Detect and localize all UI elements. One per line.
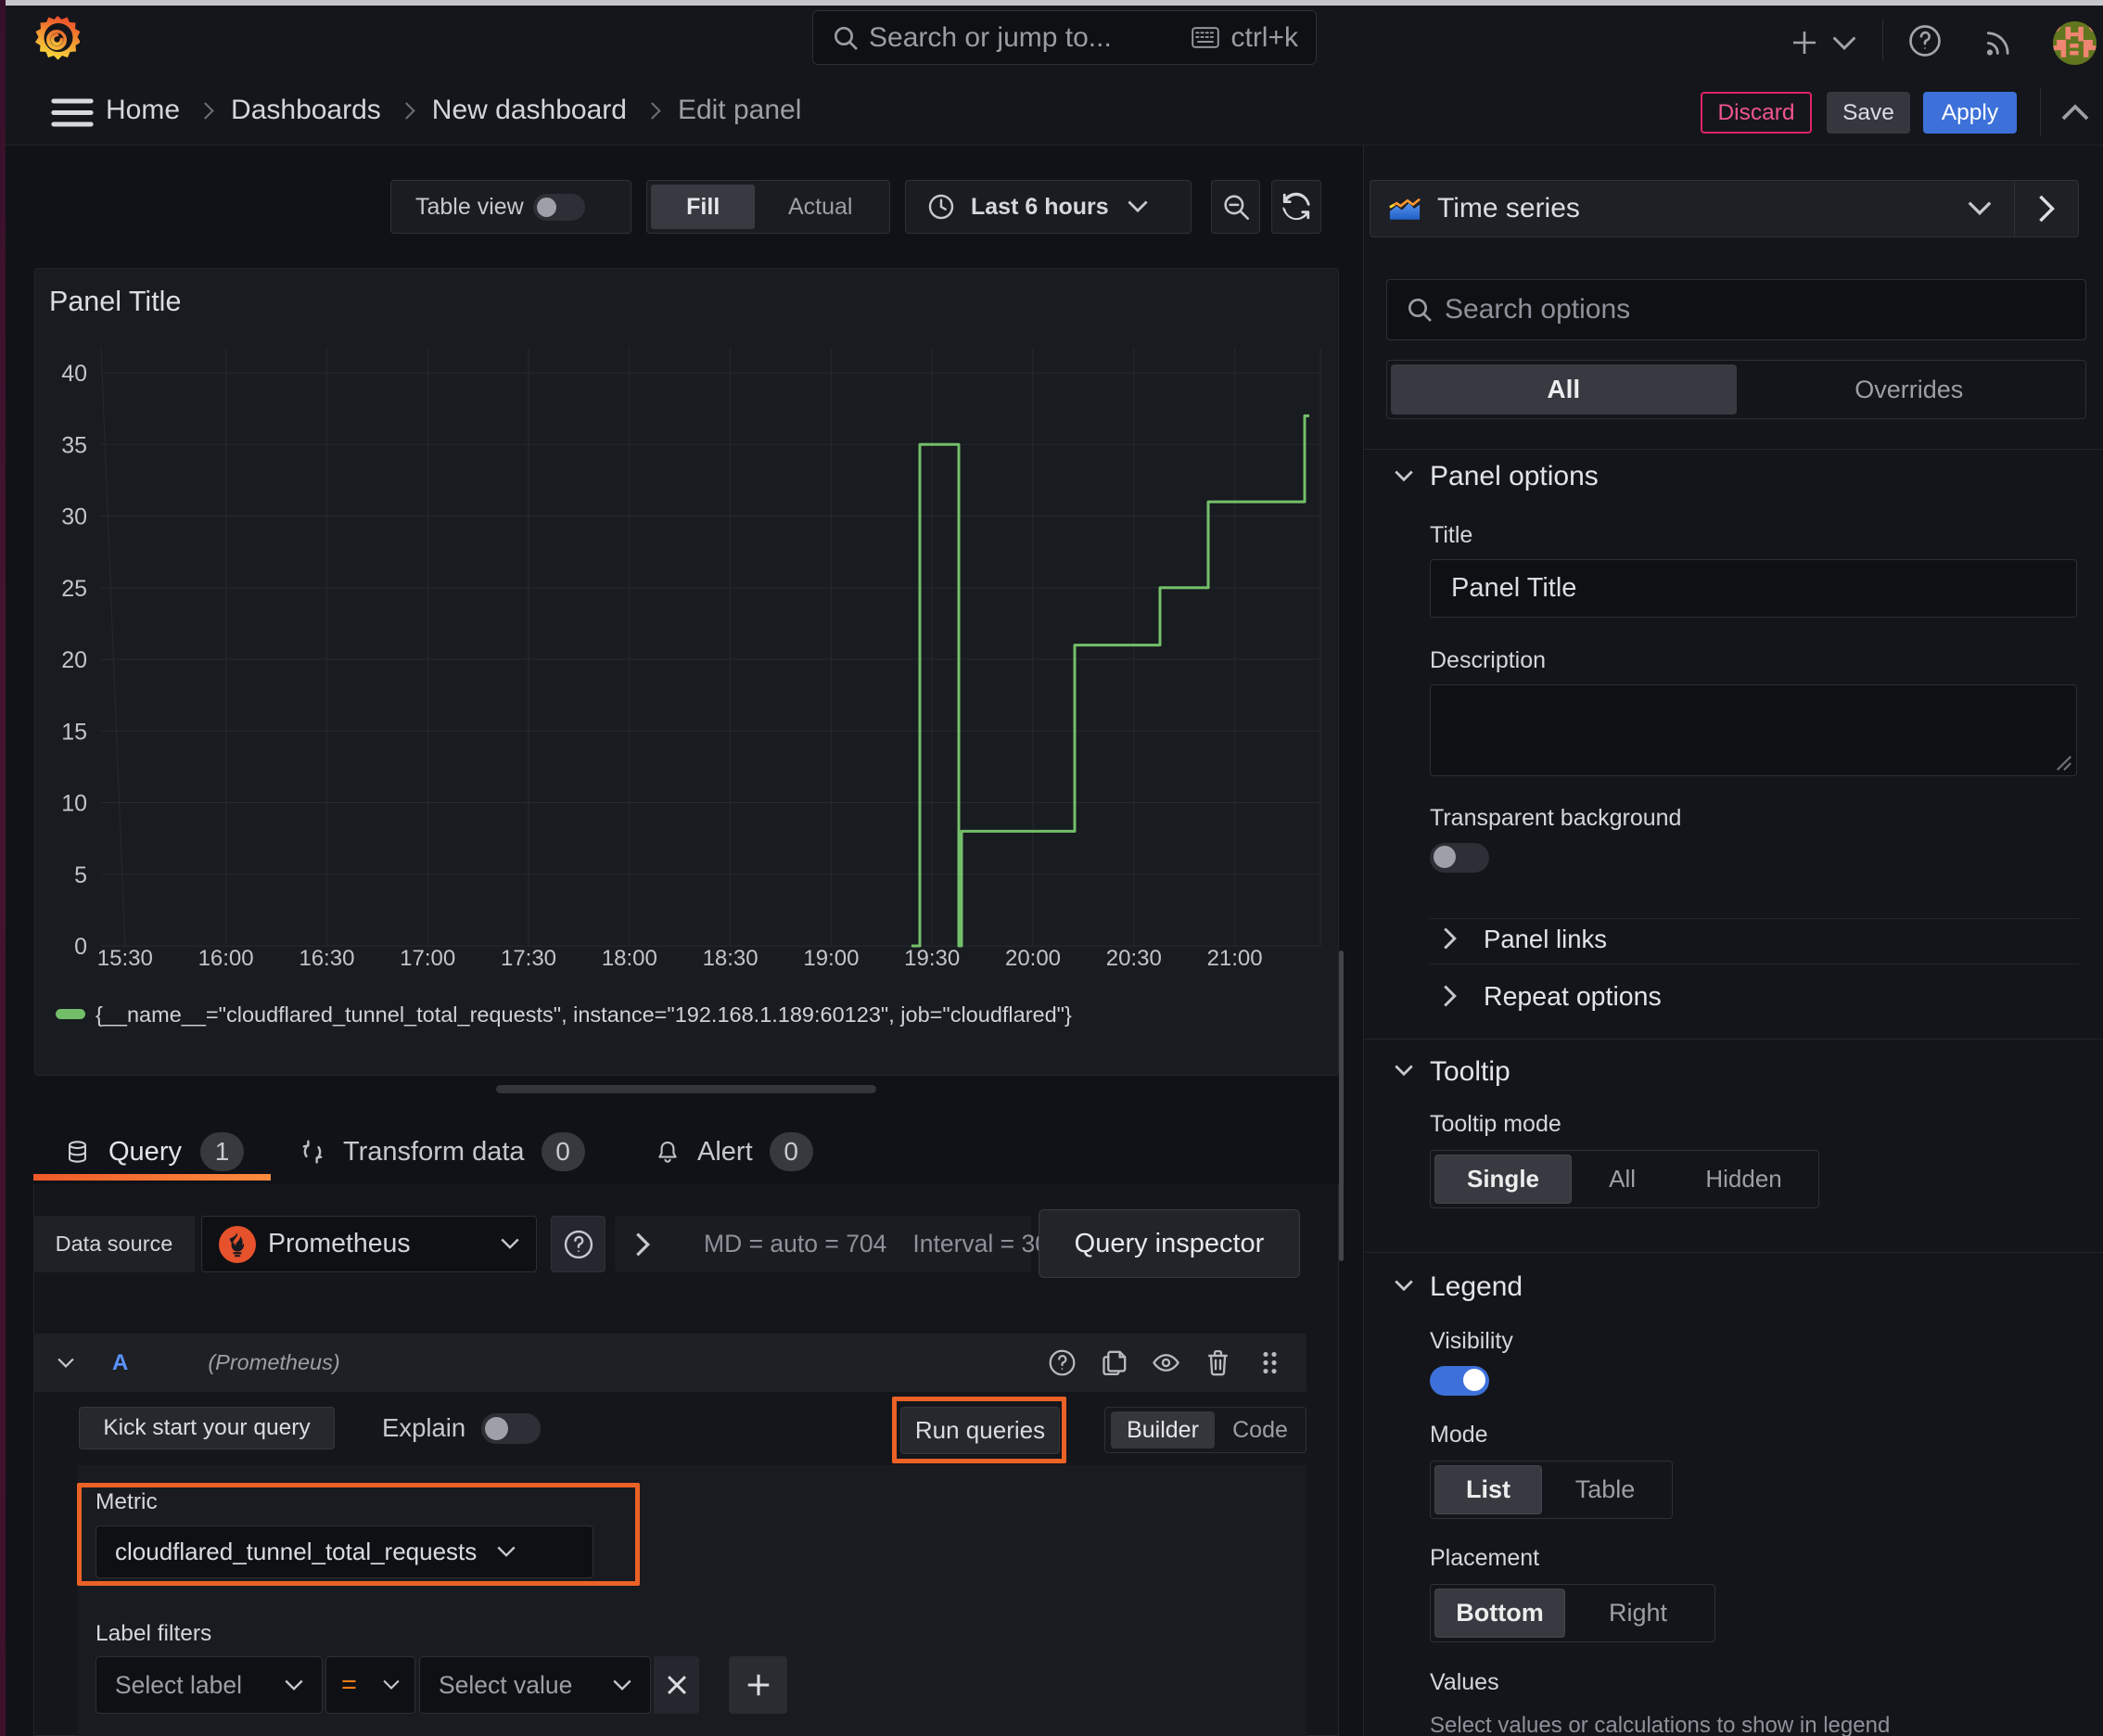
svg-text:18:30: 18:30: [703, 946, 758, 971]
svg-text:20:00: 20:00: [1005, 946, 1061, 971]
svg-text:40: 40: [61, 361, 87, 387]
svg-text:15: 15: [61, 719, 87, 745]
svg-text:18:00: 18:00: [602, 946, 657, 971]
svg-text:21:00: 21:00: [1207, 946, 1263, 971]
svg-text:0: 0: [74, 934, 87, 960]
svg-text:16:30: 16:30: [299, 946, 354, 971]
svg-text:20: 20: [61, 647, 87, 673]
svg-text:19:30: 19:30: [904, 946, 960, 971]
svg-text:19:00: 19:00: [803, 946, 859, 971]
svg-text:16:00: 16:00: [198, 946, 254, 971]
svg-text:17:00: 17:00: [400, 946, 455, 971]
svg-text:35: 35: [61, 432, 87, 458]
svg-text:17:30: 17:30: [501, 946, 556, 971]
svg-text:5: 5: [74, 862, 87, 888]
svg-text:30: 30: [61, 504, 87, 530]
svg-text:25: 25: [61, 576, 87, 602]
svg-text:20:30: 20:30: [1106, 946, 1162, 971]
svg-text:{__name__="cloudflared_tunnel_: {__name__="cloudflared_tunnel_total_requ…: [96, 1002, 1072, 1027]
svg-text:15:30: 15:30: [97, 946, 153, 971]
svg-text:10: 10: [61, 791, 87, 817]
